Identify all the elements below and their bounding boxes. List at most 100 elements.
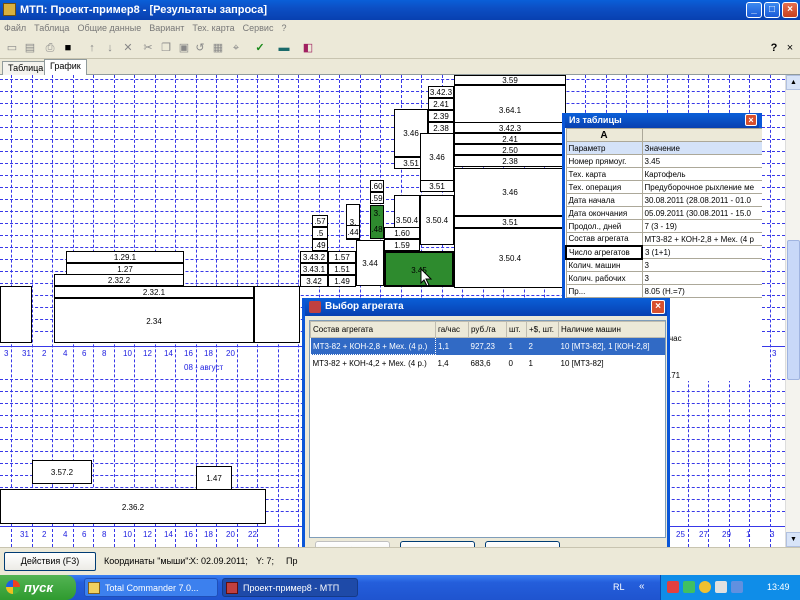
tray-arrow-icon[interactable]: «: [639, 581, 645, 592]
gantt-block[interactable]: 3.46: [420, 133, 454, 181]
vertical-scrollbar[interactable]: ▲ ▼: [785, 75, 800, 547]
select-unit-close-icon[interactable]: ×: [651, 300, 665, 314]
gantt-block[interactable]: 3.46: [454, 168, 566, 216]
cut-icon[interactable]: ✂: [140, 40, 156, 56]
table-row[interactable]: Число агрегатов 3 (1+1): [565, 244, 762, 260]
gantt-block[interactable]: 2.36.2: [0, 489, 266, 524]
help-icon[interactable]: ?: [766, 40, 782, 56]
gantt-block[interactable]: 1.49: [328, 275, 356, 287]
start-button[interactable]: пуск: [0, 575, 76, 600]
tray-shield-icon[interactable]: [699, 581, 711, 593]
gantt-block[interactable]: .60: [370, 180, 384, 192]
col-header-extra[interactable]: +$, шт.: [526, 321, 559, 338]
table-row[interactable]: Пр... 8.05 (Н.=7): [565, 284, 762, 298]
gantt-block[interactable]: 1.60: [384, 227, 420, 239]
menu-help[interactable]: ?: [277, 20, 290, 33]
gantt-block-selected[interactable]: 3.45: [384, 251, 454, 287]
move-up-icon[interactable]: ↑: [84, 40, 100, 56]
scroll-up-arrow[interactable]: ▲: [786, 75, 800, 90]
gantt-block[interactable]: 1.59: [384, 239, 420, 251]
table-row[interactable]: Дата окончания 05.09.2011 (30.08.2011 - 1…: [565, 206, 762, 220]
gantt-block[interactable]: 3.59: [454, 75, 566, 85]
maximize-button[interactable]: □: [764, 2, 780, 18]
gantt-block[interactable]: 3.43.1: [300, 263, 328, 275]
unit-list[interactable]: Состав агрегата га/час руб./га шт. +$, ш…: [309, 320, 666, 538]
tab-chart[interactable]: График: [44, 59, 87, 76]
gantt-block[interactable]: 2.32.2: [54, 274, 184, 286]
gantt-block[interactable]: 2.34: [54, 298, 254, 343]
menu-variant[interactable]: Вариант: [145, 20, 188, 33]
new-icon[interactable]: ▭: [4, 40, 20, 56]
gantt-block[interactable]: 3.50.4: [420, 195, 454, 245]
minimize-button[interactable]: _: [746, 2, 762, 18]
cursor-icon[interactable]: ⌖: [228, 40, 244, 56]
task-mtp[interactable]: Проект-пример8 - МТП: [222, 578, 358, 597]
menu-tech-card[interactable]: Тех. карта: [188, 20, 238, 33]
gantt-block[interactable]: 2.38: [454, 155, 566, 167]
table-row[interactable]: Колич. рабочих 3: [565, 271, 762, 285]
gantt-block[interactable]: .5: [312, 227, 328, 239]
menu-file[interactable]: Файл: [0, 20, 30, 33]
gantt-block-selected[interactable]: 3. .48: [370, 205, 384, 239]
gantt-block[interactable]: [0, 286, 32, 343]
table-row[interactable]: Колич. машин 3: [565, 258, 762, 272]
gantt-block[interactable]: 3.50.4: [454, 228, 566, 288]
gantt-block[interactable]: 3.43.2: [300, 251, 328, 263]
task-total-commander[interactable]: Total Commander 7.0...: [84, 578, 218, 597]
col-header-machines[interactable]: Наличие машин: [558, 321, 665, 338]
menu-general-data[interactable]: Общие данные: [73, 20, 145, 33]
actions-button[interactable]: Действия (F3): [4, 552, 96, 571]
menu-service[interactable]: Сервис: [239, 20, 278, 33]
menu-table[interactable]: Таблица: [30, 20, 73, 33]
gantt-block[interactable]: .44: [346, 225, 360, 239]
gantt-block[interactable]: .59: [370, 192, 384, 204]
col-header-count[interactable]: шт.: [506, 321, 527, 338]
monitor-icon[interactable]: ▬: [276, 40, 292, 56]
gantt-block[interactable]: 1.47: [196, 466, 232, 490]
gantt-block[interactable]: 3.51: [420, 180, 454, 192]
gantt-block[interactable]: 3.57.2: [32, 460, 92, 484]
gantt-block[interactable]: 3.51: [454, 216, 566, 228]
table-row[interactable]: Тех. карта Картофель: [565, 167, 762, 181]
gantt-block[interactable]: 3.44: [356, 240, 384, 286]
gantt-block[interactable]: .49: [312, 239, 328, 251]
close-button[interactable]: ×: [782, 2, 798, 18]
copy-icon[interactable]: ❐: [158, 40, 174, 56]
col-header-ha-per-hour[interactable]: га/час: [435, 321, 469, 338]
gantt-block[interactable]: 2.32.1: [54, 286, 254, 298]
tab-table[interactable]: Таблица: [2, 61, 50, 75]
gantt-block[interactable]: 2.41: [454, 133, 566, 144]
open-icon[interactable]: ▤: [22, 40, 38, 56]
gantt-block[interactable]: 3.42: [300, 275, 328, 287]
tray-network-icon[interactable]: [683, 581, 695, 593]
gantt-block[interactable]: 1.57: [328, 251, 356, 263]
checkmark-icon[interactable]: ✓: [252, 40, 268, 56]
gantt-block[interactable]: 3.42.3: [454, 122, 566, 133]
book-icon[interactable]: ◧: [300, 40, 316, 56]
gantt-block[interactable]: 3.42.3: [428, 86, 454, 98]
tray-volume-icon[interactable]: [715, 581, 727, 593]
save-icon[interactable]: ■: [60, 40, 76, 56]
delete-icon[interactable]: ✕: [120, 40, 136, 56]
tray-app-icon[interactable]: [667, 581, 679, 593]
scroll-down-arrow[interactable]: ▼: [786, 532, 800, 547]
grid-icon[interactable]: ▦: [210, 40, 226, 56]
tray-device-icon[interactable]: [731, 581, 743, 593]
table-row[interactable]: Состав агрегата МТ3-82 + КОН-2,8 + Мех. (…: [565, 232, 762, 246]
table-row[interactable]: МТ3-82 + КОН-2,8 + Мех. (4 р.) 1,1 927,2…: [310, 337, 665, 355]
gantt-block[interactable]: 1.51: [328, 263, 356, 275]
col-header-rub-per-ha[interactable]: руб./га: [468, 321, 507, 338]
gantt-block[interactable]: [254, 286, 300, 343]
close-doc-icon[interactable]: ×: [782, 40, 798, 56]
paste-icon[interactable]: ▣: [176, 40, 192, 56]
gantt-block[interactable]: 2.39: [428, 110, 454, 122]
table-row[interactable]: Тех. операция Предуборочное рыхление ме: [565, 180, 762, 194]
col-header-composition[interactable]: Состав агрегата: [310, 321, 436, 338]
scroll-thumb[interactable]: [787, 240, 800, 380]
table-row[interactable]: Номер прямоуг. 3.45: [565, 154, 762, 168]
print-icon[interactable]: ⎙: [42, 40, 58, 56]
language-indicator[interactable]: RL: [613, 582, 625, 592]
gantt-block[interactable]: 2.50: [454, 144, 566, 155]
undo-icon[interactable]: ↺: [192, 40, 208, 56]
gantt-block[interactable]: .57: [312, 215, 328, 227]
